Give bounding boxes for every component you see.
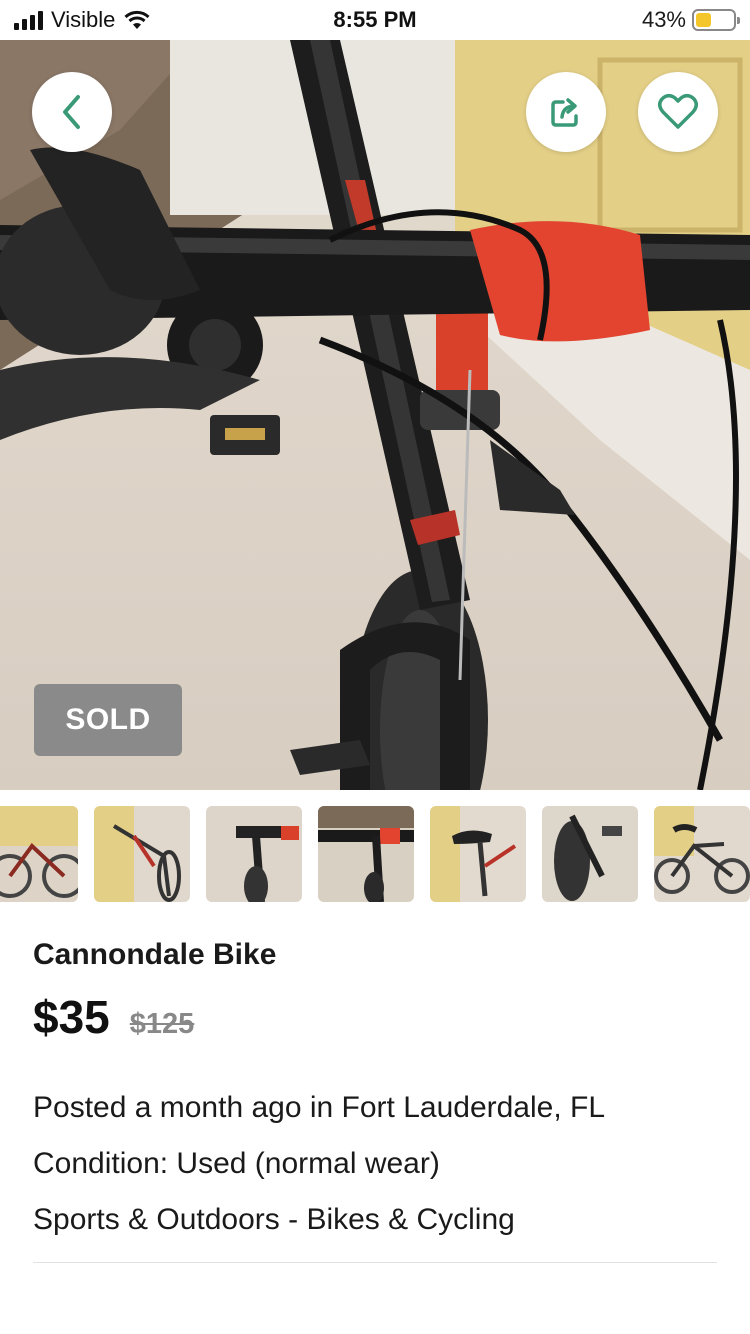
original-price: $125: [129, 1008, 195, 1040]
battery-icon: [692, 9, 740, 31]
favorite-button[interactable]: [638, 72, 718, 152]
price-row: $35 $125: [33, 990, 723, 1050]
share-button[interactable]: [526, 72, 606, 152]
status-time: 8:55 PM: [333, 7, 417, 32]
chevron-left-icon: [63, 95, 80, 129]
category-text[interactable]: Sports & Outdoors - Bikes & Cycling: [33, 1192, 723, 1248]
battery-percent: 43%: [641, 7, 686, 32]
thumbnail-strip[interactable]: [0, 806, 750, 902]
battery-fill: [696, 13, 712, 27]
status-bar: Visible 8:55 PM 43%: [0, 0, 750, 40]
share-icon: [551, 98, 578, 127]
thumbnail-4-selected[interactable]: [318, 806, 414, 902]
back-button[interactable]: [32, 72, 112, 152]
condition-text: Condition: Used (normal wear): [33, 1147, 440, 1180]
thumbnail-6[interactable]: [542, 806, 638, 902]
sold-badge: SOLD: [34, 684, 182, 756]
thumbnail-3[interactable]: [206, 806, 302, 902]
thumbnail-1[interactable]: [0, 806, 78, 902]
divider: [33, 1262, 717, 1263]
status-right: 43%: [641, 7, 740, 33]
heart-icon: [658, 94, 698, 129]
bike-photo: [0, 40, 750, 790]
thumbnail-2[interactable]: [94, 806, 190, 902]
thumbnail-5[interactable]: [430, 806, 526, 902]
listing-details: Cannondale Bike $35 $125 Posted a month …: [33, 930, 723, 1248]
posted-location: Posted a month ago in Fort Lauderdale, F…: [33, 1091, 606, 1124]
listing-hero-image[interactable]: SOLD: [0, 40, 750, 790]
listing-price: $35: [33, 991, 110, 1043]
listing-title: Cannondale Bike: [33, 938, 277, 971]
thumbnail-7[interactable]: [654, 806, 750, 902]
